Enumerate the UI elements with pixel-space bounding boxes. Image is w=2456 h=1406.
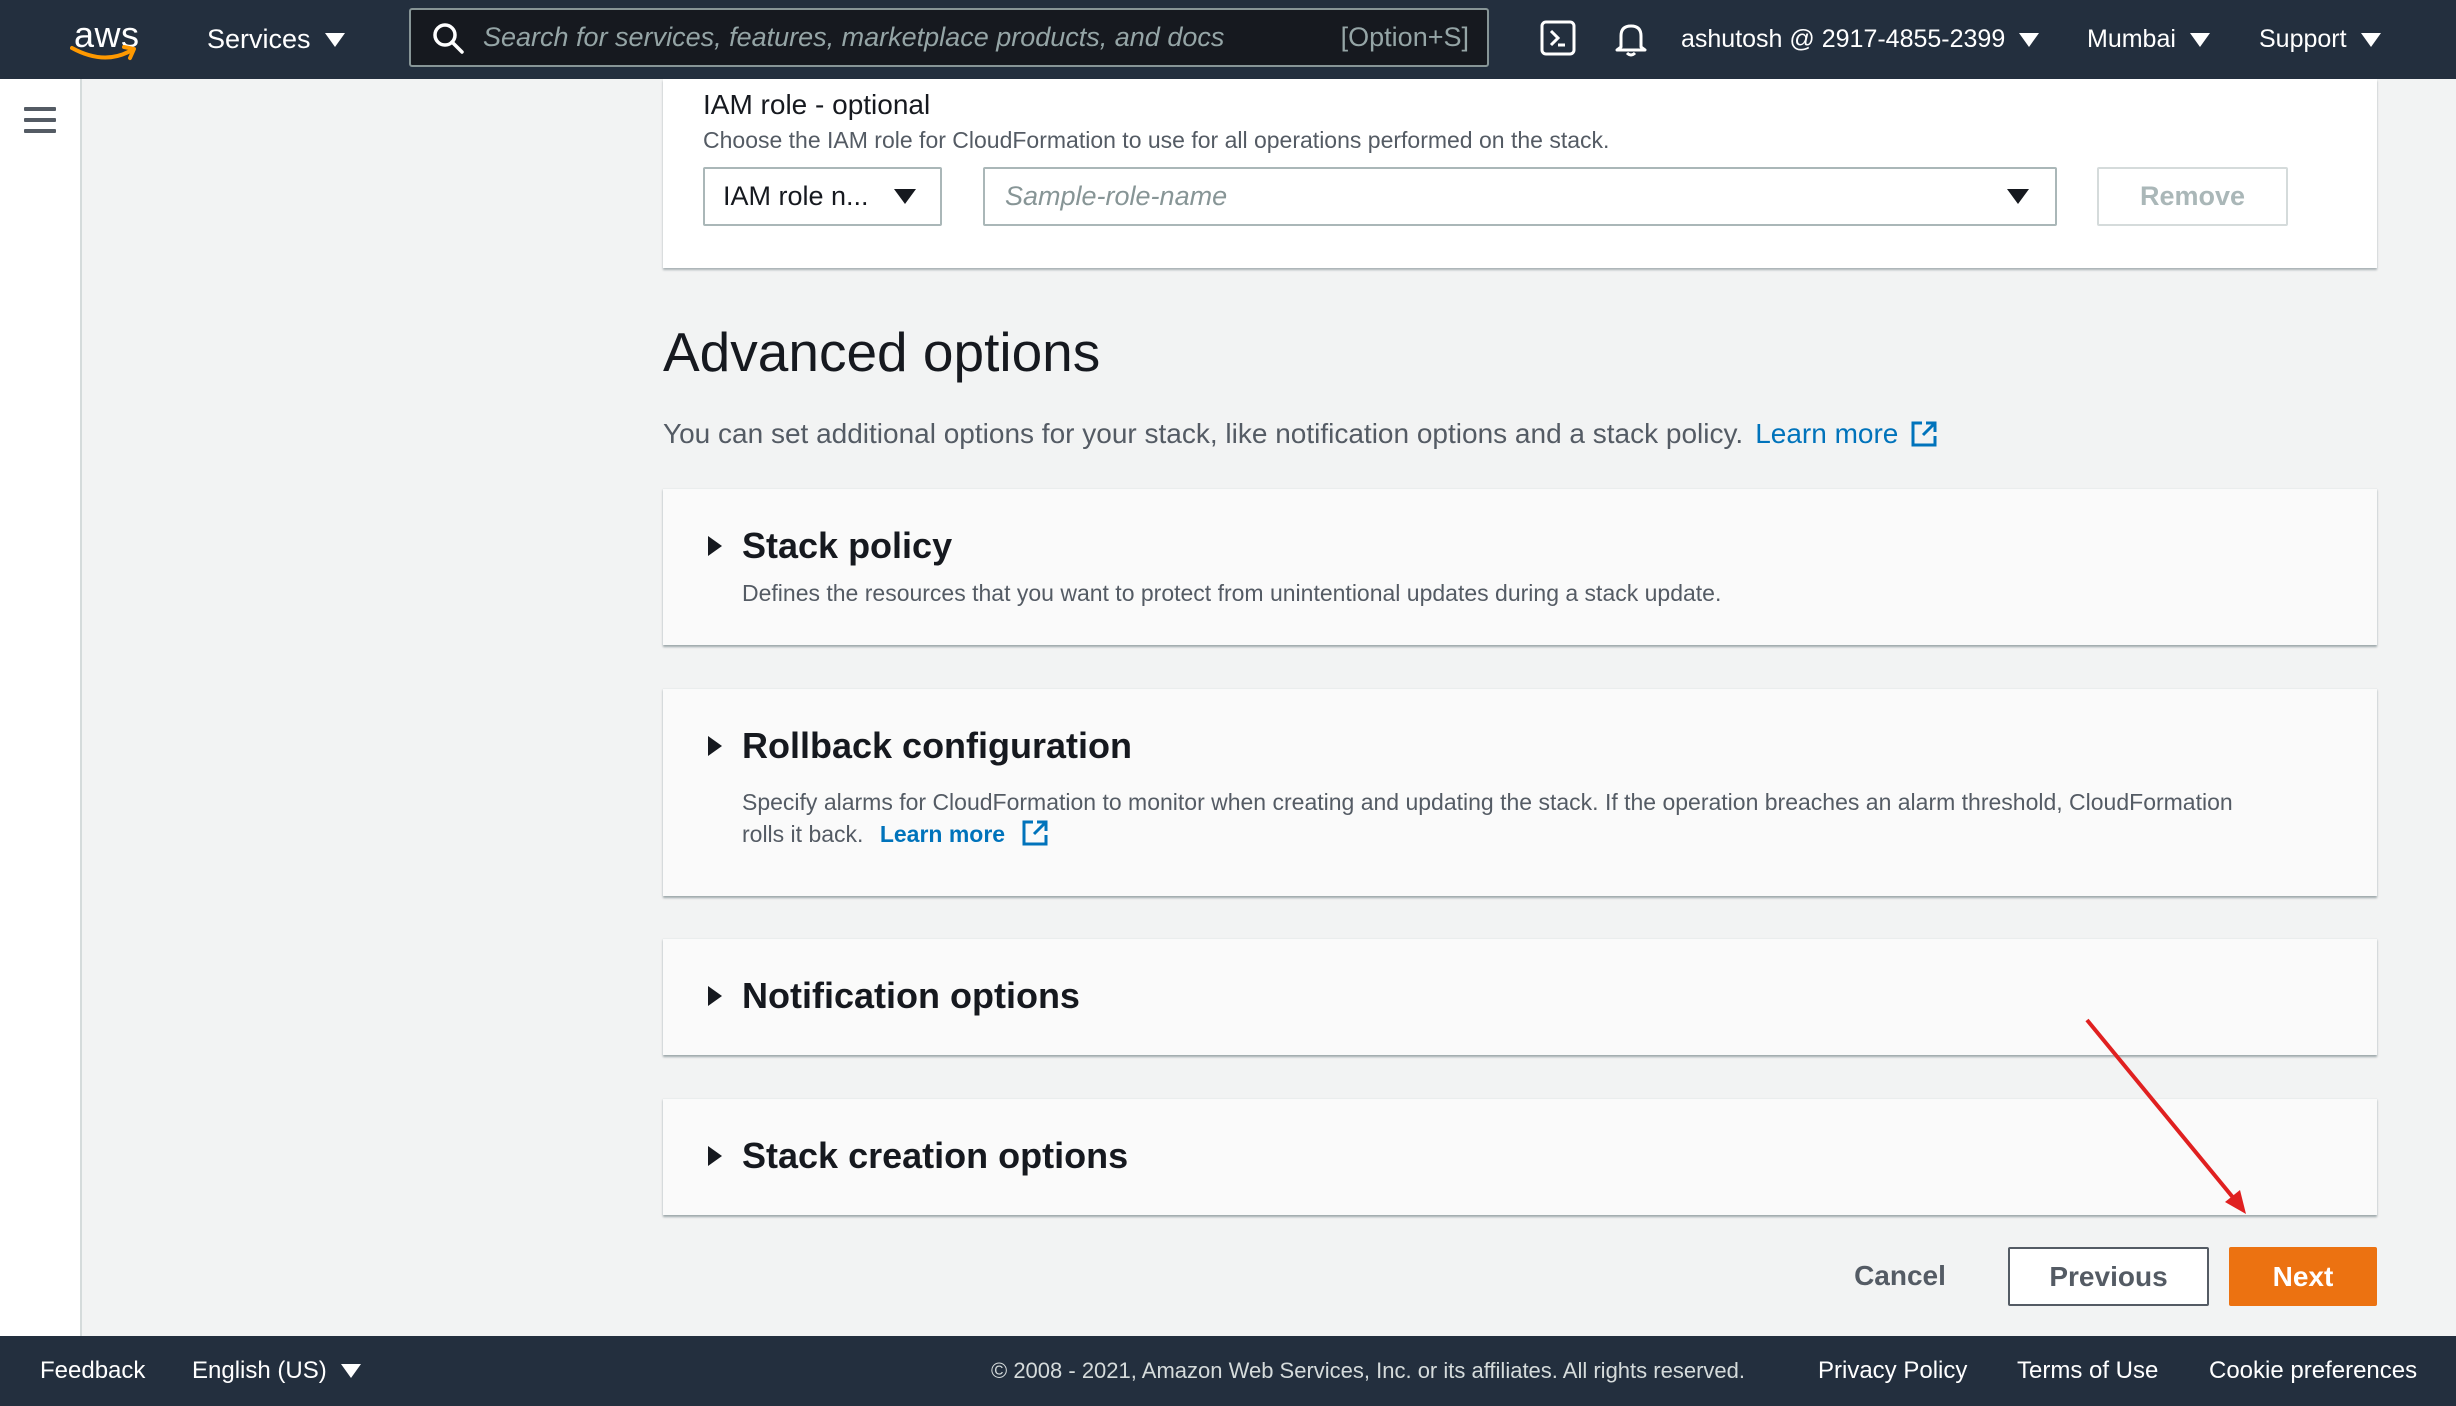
rollback-learn-more-link[interactable]: Learn more (880, 821, 1005, 847)
learn-more-link[interactable]: Learn more (1755, 418, 1898, 450)
iam-role-name-input[interactable]: Sample-role-name (983, 167, 2057, 226)
advanced-description-text: You can set additional options for your … (663, 418, 1744, 449)
permissions-panel: IAM role - optional Choose the IAM role … (663, 79, 2377, 268)
copyright-text: © 2008 - 2021, Amazon Web Services, Inc.… (991, 1358, 1745, 1383)
language-label: English (US) (192, 1357, 327, 1384)
terms-of-use-link[interactable]: Terms of Use (2017, 1336, 2158, 1406)
services-label: Services (207, 24, 311, 54)
cookie-preferences-link[interactable]: Cookie preferences (2209, 1336, 2417, 1406)
chevron-down-icon (894, 189, 916, 204)
annotation-arrow-icon (2085, 1018, 2246, 1214)
aws-smile-icon (70, 45, 136, 60)
account-label: ashutosh @ 2917-4855-2399 (1681, 25, 2006, 53)
stack-policy-title[interactable]: Stack policy (742, 525, 952, 567)
caret-right-icon (708, 536, 722, 556)
search-shortcut: [Option+S] (1340, 22, 1469, 52)
caret-right-icon (708, 986, 722, 1006)
region-menu[interactable]: Mumbai (2087, 0, 2210, 79)
advanced-options-heading: Advanced options (663, 321, 1101, 383)
cloudshell-icon[interactable] (1540, 20, 1580, 60)
footer: Feedback English (US) © 2008 - 2021, Ama… (0, 1336, 2456, 1406)
rollback-configuration-section[interactable]: Rollback configuration Specify alarms fo… (663, 688, 2377, 896)
chevron-down-icon (324, 32, 345, 47)
bell-icon[interactable] (1613, 20, 1653, 60)
iam-role-description: Choose the IAM role for CloudFormation t… (703, 127, 1610, 153)
notification-options-title[interactable]: Notification options (742, 975, 1080, 1017)
iam-role-type-value: IAM role n... (723, 181, 869, 211)
advanced-options-description: You can set additional options for your … (663, 418, 1938, 450)
chevron-down-icon (340, 1364, 361, 1378)
top-navigation: aws Services Search for services, featur… (0, 0, 2456, 79)
previous-button[interactable]: Previous (2008, 1247, 2209, 1306)
stack-policy-section[interactable]: Stack policy Defines the resources that … (663, 488, 2377, 645)
stack-policy-description: Defines the resources that you want to p… (742, 580, 1722, 606)
search-input[interactable]: Search for services, features, marketpla… (483, 22, 1341, 53)
external-link-icon[interactable] (1021, 819, 1049, 847)
feedback-link[interactable]: Feedback (40, 1336, 145, 1406)
services-menu[interactable]: Services (207, 0, 345, 79)
iam-role-type-select[interactable]: IAM role n... (703, 167, 942, 226)
chevron-down-icon (2019, 32, 2040, 47)
privacy-policy-link[interactable]: Privacy Policy (1818, 1336, 1967, 1406)
side-navigation-rail (0, 79, 82, 1336)
support-menu[interactable]: Support (2259, 0, 2381, 79)
support-label: Support (2259, 25, 2347, 53)
external-link-icon[interactable] (1910, 420, 1938, 448)
chevron-down-icon (2007, 189, 2029, 204)
chevron-down-icon (2360, 32, 2381, 47)
account-menu[interactable]: ashutosh @ 2917-4855-2399 (1681, 0, 2040, 79)
language-select[interactable]: English (US) (192, 1336, 361, 1406)
menu-icon[interactable] (24, 107, 56, 133)
iam-role-name-placeholder: Sample-role-name (1005, 181, 1228, 211)
remove-button[interactable]: Remove (2097, 167, 2288, 226)
search-bar[interactable]: Search for services, features, marketpla… (409, 8, 1489, 67)
caret-right-icon (708, 736, 722, 756)
cancel-button[interactable]: Cancel (1830, 1247, 1970, 1305)
chevron-down-icon (2189, 32, 2210, 47)
aws-logo[interactable]: aws (66, 10, 146, 68)
stack-creation-options-title[interactable]: Stack creation options (742, 1135, 1128, 1177)
rollback-configuration-title[interactable]: Rollback configuration (742, 725, 1132, 767)
caret-right-icon (708, 1146, 722, 1166)
iam-role-title: IAM role - optional (703, 89, 931, 120)
next-button[interactable]: Next (2229, 1247, 2377, 1306)
search-icon (431, 21, 465, 55)
rollback-configuration-description: Specify alarms for CloudFormation to mon… (742, 786, 2262, 850)
region-label: Mumbai (2087, 25, 2176, 53)
